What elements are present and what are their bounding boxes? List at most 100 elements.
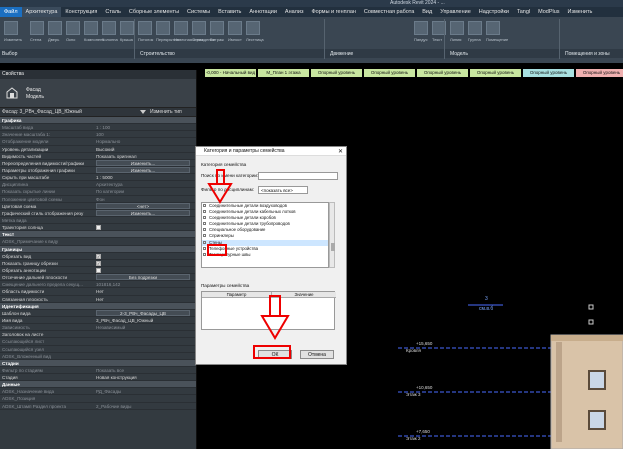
ribbon-tab[interactable]: Аннотации bbox=[245, 7, 281, 17]
level-tag[interactable]: Опорный уровень bbox=[364, 69, 415, 77]
property-row[interactable]: Переопределения видимости/графики Изменит… bbox=[0, 159, 196, 167]
ribbon-tool-button[interactable] bbox=[4, 21, 18, 35]
ribbon-tool-button[interactable] bbox=[84, 21, 98, 35]
property-row[interactable]: Показать скрытые линии По категории bbox=[0, 188, 196, 196]
property-row[interactable]: Дисциплина Архитектура bbox=[0, 181, 196, 189]
property-row[interactable]: Метка вида bbox=[0, 217, 196, 225]
ribbon-tab[interactable]: Надстройки bbox=[475, 7, 513, 17]
type-selector[interactable]: Фасад Модель bbox=[0, 79, 196, 108]
ribbon-panel-title[interactable]: Выбор bbox=[2, 51, 17, 57]
property-row[interactable]: Масштаб вида 1 : 100 bbox=[0, 124, 196, 132]
property-row[interactable]: Видимость частей Показать оригинал bbox=[0, 153, 196, 160]
instance-selector[interactable]: Фасад: 3_РВч_Фасад_ЦВ_Южный bbox=[2, 108, 82, 117]
property-edit-button[interactable]: Изменить... bbox=[96, 166, 190, 173]
property-row[interactable]: Показать границу обрезки ✓ bbox=[0, 260, 196, 267]
ribbon-tab[interactable]: Формы и генплан bbox=[307, 7, 359, 17]
family-parameters-grid[interactable]: Параметр Значение bbox=[201, 291, 336, 330]
property-group-header[interactable]: Границы bbox=[0, 245, 196, 253]
property-row[interactable]: Стадия Новая конструкция bbox=[0, 374, 196, 382]
chevron-down-icon[interactable] bbox=[140, 110, 146, 115]
ribbon-tab[interactable]: Файл bbox=[0, 7, 22, 17]
property-row[interactable]: Ссылающийся узел bbox=[0, 346, 196, 353]
ribbon-tab[interactable]: Архитектура bbox=[21, 7, 62, 17]
close-icon[interactable]: ✕ bbox=[338, 148, 343, 155]
property-row[interactable]: Фильтр по стадиям Показать все bbox=[0, 367, 196, 375]
property-checkbox[interactable]: ✓ bbox=[96, 253, 101, 259]
ribbon-tab[interactable]: ModPlus bbox=[534, 7, 563, 17]
ribbon-tab[interactable]: Совместная работа bbox=[360, 7, 418, 17]
property-value[interactable]: 3_РВч_Фасад_ЦВ_Южный bbox=[96, 317, 153, 323]
property-row[interactable]: ADSK_Позиция bbox=[0, 395, 196, 403]
ribbon-tool-button[interactable] bbox=[450, 21, 464, 35]
ribbon-tab[interactable]: Конструкция bbox=[61, 7, 101, 17]
ribbon-panel-title[interactable]: Движение bbox=[330, 51, 353, 57]
property-row[interactable]: Скрыть при масштабе 1 : 5000 bbox=[0, 174, 196, 182]
ribbon-tool-button[interactable] bbox=[66, 21, 80, 35]
property-value[interactable]: 1 : 5000 bbox=[96, 174, 113, 180]
property-edit-button[interactable]: Изменить... bbox=[96, 209, 190, 216]
category-checkbox[interactable] bbox=[203, 204, 206, 207]
property-group-header[interactable]: Графика bbox=[0, 117, 196, 125]
ribbon-panel-title[interactable]: Модель bbox=[450, 51, 468, 57]
property-row[interactable]: ADSK_Штамп Раздел проекта 2_Рабочие виды bbox=[0, 403, 196, 410]
ribbon-tool-button[interactable] bbox=[156, 21, 170, 35]
property-row[interactable]: Уровень детализации Высокий bbox=[0, 146, 196, 153]
ribbon-panel-title[interactable]: Строительство bbox=[140, 51, 175, 57]
category-checkbox[interactable] bbox=[203, 210, 206, 214]
ribbon-tab[interactable]: Tangl bbox=[513, 7, 534, 17]
ribbon-tab[interactable]: Вставить bbox=[214, 7, 245, 17]
level-tag[interactable]: Опорный уровень bbox=[470, 69, 521, 77]
ribbon-tab[interactable]: Системы bbox=[183, 7, 214, 17]
property-row[interactable]: Обрезать вид ✓ bbox=[0, 253, 196, 260]
level-tag[interactable]: Опорный уровень bbox=[417, 69, 468, 77]
property-row[interactable]: Шаблон вида 2-3_РВч_Фасады_ЦВ bbox=[0, 309, 196, 317]
category-checkbox[interactable] bbox=[203, 234, 206, 238]
ribbon-tab[interactable]: Изменить bbox=[564, 7, 597, 17]
property-row[interactable]: Имя вида 3_РВч_Фасад_ЦВ_Южный bbox=[0, 317, 196, 325]
property-group-header[interactable]: Данные bbox=[0, 381, 196, 389]
category-checkbox[interactable] bbox=[203, 216, 206, 220]
cancel-button[interactable]: Отмена bbox=[300, 350, 334, 359]
level-tag[interactable]: Опорный уровень bbox=[576, 69, 623, 77]
level-tag[interactable]: M_План 1 этажа bbox=[258, 69, 309, 77]
category-checkbox[interactable] bbox=[203, 240, 206, 244]
ribbon-tool-button[interactable] bbox=[192, 21, 206, 35]
property-edit-button[interactable]: Без подрезки bbox=[96, 274, 190, 281]
ribbon-tool-button[interactable] bbox=[246, 21, 260, 35]
property-edit-button[interactable]: 2-3_РВч_Фасады_ЦВ bbox=[96, 309, 190, 316]
property-row[interactable]: Цветовая схема <нет> bbox=[0, 202, 196, 210]
property-value[interactable]: Нет bbox=[96, 288, 104, 294]
ribbon-tool-button[interactable] bbox=[138, 21, 152, 35]
property-row[interactable]: ADSK_Вложенный вид bbox=[0, 353, 196, 360]
ribbon-tool-button[interactable] bbox=[468, 21, 482, 35]
ribbon-panel-title[interactable]: Помещения и зоны bbox=[565, 51, 610, 57]
level-tag[interactable]: Опорный уровень bbox=[523, 69, 574, 77]
category-list[interactable]: Соединительные детали воздуховодов Соедин… bbox=[201, 202, 329, 268]
category-checkbox[interactable] bbox=[203, 246, 206, 250]
property-row[interactable]: Отображение модели Нормально bbox=[0, 138, 196, 146]
ribbon-tab[interactable]: Управление bbox=[436, 7, 475, 17]
category-checkbox[interactable] bbox=[203, 222, 206, 226]
category-list-scrollbar[interactable] bbox=[329, 202, 335, 268]
property-row[interactable]: Обрезать аннотации bbox=[0, 267, 196, 275]
edit-type-button[interactable]: Изменить тип bbox=[150, 108, 182, 117]
level-tag[interactable]: -0,000 - Начальный вид bbox=[205, 69, 256, 77]
ribbon-tool-button[interactable] bbox=[30, 21, 44, 35]
property-row[interactable]: Значение масштаба 1: 100 bbox=[0, 131, 196, 139]
property-row[interactable]: Графический стиль отображения резу Измени… bbox=[0, 209, 196, 217]
scrollbar-thumb[interactable] bbox=[331, 243, 335, 251]
property-group-header[interactable]: Идентификация bbox=[0, 302, 196, 310]
property-row[interactable]: Заголовок на листе bbox=[0, 331, 196, 339]
property-value[interactable]: Нет bbox=[96, 296, 104, 302]
property-row[interactable]: Связанная плоскость Нет bbox=[0, 296, 196, 303]
ribbon-tab[interactable]: Вид bbox=[418, 7, 436, 17]
property-row[interactable]: Зависимость Независимый bbox=[0, 324, 196, 332]
property-value[interactable]: Высокий bbox=[96, 146, 114, 152]
level-tag[interactable]: Опорный уровень bbox=[311, 69, 362, 77]
property-row[interactable]: Положение цветовой схемы Фон bbox=[0, 196, 196, 203]
ribbon-tab[interactable]: Сталь bbox=[101, 7, 125, 17]
property-group-header[interactable]: Стадии bbox=[0, 359, 196, 367]
property-group-header[interactable]: Текст bbox=[0, 231, 196, 239]
category-checkbox[interactable] bbox=[203, 228, 206, 232]
property-row[interactable]: Область видимости Нет bbox=[0, 288, 196, 296]
